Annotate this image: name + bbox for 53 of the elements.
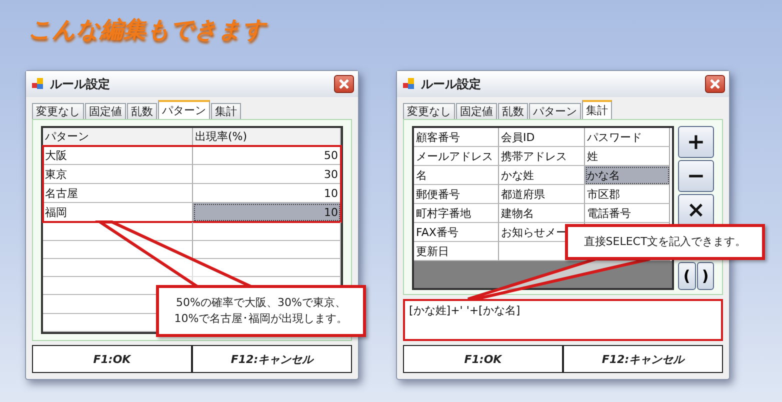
window-title: ルール設定 <box>421 76 482 92</box>
footer-button[interactable]: F1:OK <box>403 345 563 373</box>
paren-button[interactable]: ( <box>678 262 696 290</box>
tab[interactable]: 固定値 <box>85 103 126 119</box>
app-icon <box>32 78 44 90</box>
table-cell: 名古屋 <box>43 184 193 204</box>
tool-button[interactable]: + <box>678 126 714 158</box>
tool-button[interactable]: − <box>678 160 714 192</box>
table-cell: 顧客番号 <box>414 128 499 147</box>
column-header: 出現率(%) <box>193 128 341 146</box>
close-button[interactable] <box>334 75 354 93</box>
tab[interactable]: 変更なし <box>403 103 455 119</box>
window-title: ルール設定 <box>50 76 111 92</box>
table-cell: 建物名 <box>499 204 585 223</box>
callout: 50%の確率で大阪、30%で東京、10%で名古屋･福岡が出現します。 <box>156 285 366 337</box>
close-icon <box>709 78 721 90</box>
table-cell: 会員ID <box>499 128 585 147</box>
footer-button[interactable]: F1:OK <box>32 345 192 373</box>
table-cell: 10 <box>193 203 341 222</box>
tab[interactable]: 集計 <box>211 103 241 119</box>
tab[interactable]: 乱数 <box>127 103 157 119</box>
table-cell: 大阪 <box>43 146 193 166</box>
table-cell: かな名 <box>585 166 670 185</box>
table-cell: 市区郡 <box>585 185 670 204</box>
app-icon <box>403 78 415 90</box>
table-cell: 都道府県 <box>499 185 585 204</box>
tab[interactable]: パターン <box>529 103 581 119</box>
tab[interactable]: 乱数 <box>498 103 528 119</box>
table-cell: 郵便番号 <box>414 185 499 204</box>
close-icon <box>338 78 350 90</box>
table-cell: 50 <box>193 146 341 166</box>
callout: 直接SELECT文を記入できます。 <box>565 224 765 260</box>
tab[interactable]: 変更なし <box>32 103 84 119</box>
tab[interactable]: 集計 <box>582 100 612 119</box>
expression-field[interactable]: [かな姓]+' '+[かな名] <box>403 299 723 341</box>
table-cell: 電話番号 <box>585 204 670 223</box>
close-button[interactable] <box>705 75 725 93</box>
table-cell: FAX番号 <box>414 223 499 242</box>
table-cell: 町村字番地 <box>414 204 499 223</box>
tab[interactable]: 固定値 <box>456 103 497 119</box>
table-cell: 30 <box>193 165 341 184</box>
tool-button[interactable]: × <box>678 194 714 226</box>
footer-button[interactable]: F12:キャンセル <box>192 345 352 373</box>
heading: こんな編集もできます <box>28 16 266 45</box>
table-cell: パスワード <box>585 128 670 147</box>
tab[interactable]: パターン <box>158 100 210 119</box>
footer-button[interactable]: F12:キャンセル <box>563 345 723 373</box>
table-cell: 名 <box>414 166 499 185</box>
table-cell: 東京 <box>43 165 193 184</box>
table-cell: 携帯アドレス <box>499 147 585 166</box>
paren-button[interactable]: ) <box>696 262 714 290</box>
column-header: パターン <box>43 128 193 146</box>
table-cell: メールアドレス <box>414 147 499 166</box>
